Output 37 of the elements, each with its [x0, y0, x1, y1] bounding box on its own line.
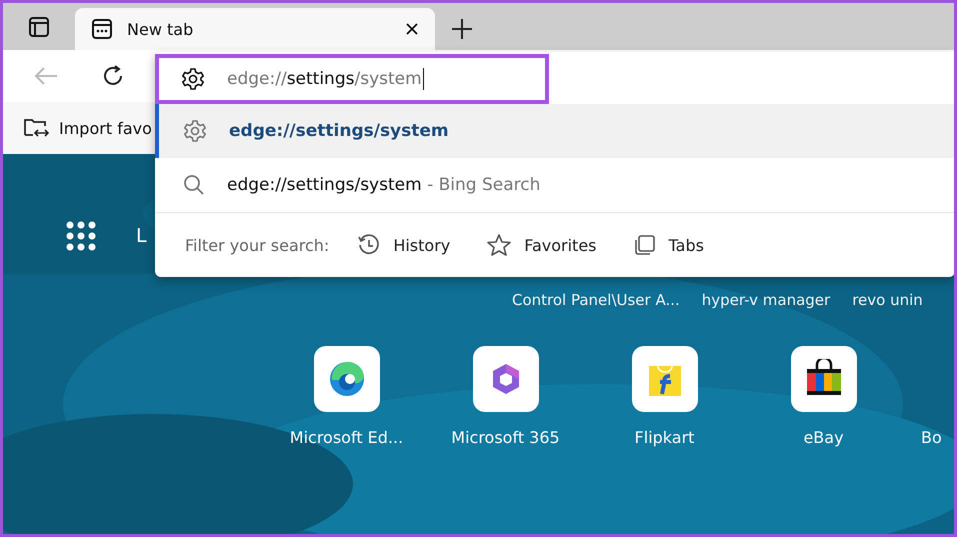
browser-tab[interactable]: New tab	[75, 8, 435, 50]
address-text: edge://settings/system	[227, 68, 424, 90]
top-site-link[interactable]: hyper-v manager	[702, 291, 830, 309]
quick-link-label[interactable]: Flipkart	[634, 428, 694, 447]
quick-link-label[interactable]: Microsoft Ed...	[290, 428, 404, 447]
quick-link-label[interactable]: Microsoft 365	[451, 428, 560, 447]
import-folder-icon[interactable]	[23, 117, 49, 139]
top-site-link[interactable]: revo unin	[852, 291, 923, 309]
quick-link-label[interactable]: eBay	[803, 428, 844, 447]
new-tab-icon[interactable]	[451, 18, 473, 40]
address-field[interactable]: edge://settings/system	[155, 54, 549, 104]
filter-option[interactable]: Favorites	[486, 233, 597, 257]
apps-grid-icon[interactable]	[66, 221, 96, 251]
tabs-icon	[632, 233, 657, 257]
filter-option[interactable]: Tabs	[632, 233, 704, 257]
quick-link-label[interactable]: Bo	[921, 428, 942, 447]
top-site-link[interactable]: Control Panel\User A...	[512, 291, 680, 309]
suggestion-item[interactable]: edge://settings/system	[155, 104, 954, 158]
quick-link-tile[interactable]	[314, 346, 380, 412]
quick-link-tile[interactable]	[472, 346, 538, 412]
close-icon[interactable]	[405, 22, 419, 36]
swirl-icon	[328, 360, 366, 398]
filter-label: Filter your search:	[185, 236, 330, 254]
filter-option[interactable]: History	[357, 233, 450, 257]
greeting-text: L	[136, 225, 147, 247]
settings-icon	[181, 67, 205, 91]
star-icon	[486, 233, 512, 257]
tab-title: New tab	[127, 20, 194, 38]
quick-link-tile[interactable]	[790, 346, 856, 412]
refresh-icon[interactable]	[101, 64, 125, 88]
settings-icon	[183, 119, 207, 143]
new-tab-page-icon	[91, 18, 113, 40]
search-icon	[183, 174, 205, 196]
quick-link-tile[interactable]	[632, 346, 698, 412]
history-icon	[357, 233, 382, 257]
suggestion-item[interactable]: edge://settings/system - Bing Search	[155, 158, 954, 212]
import-favorites-link[interactable]: Import favo	[59, 118, 152, 138]
